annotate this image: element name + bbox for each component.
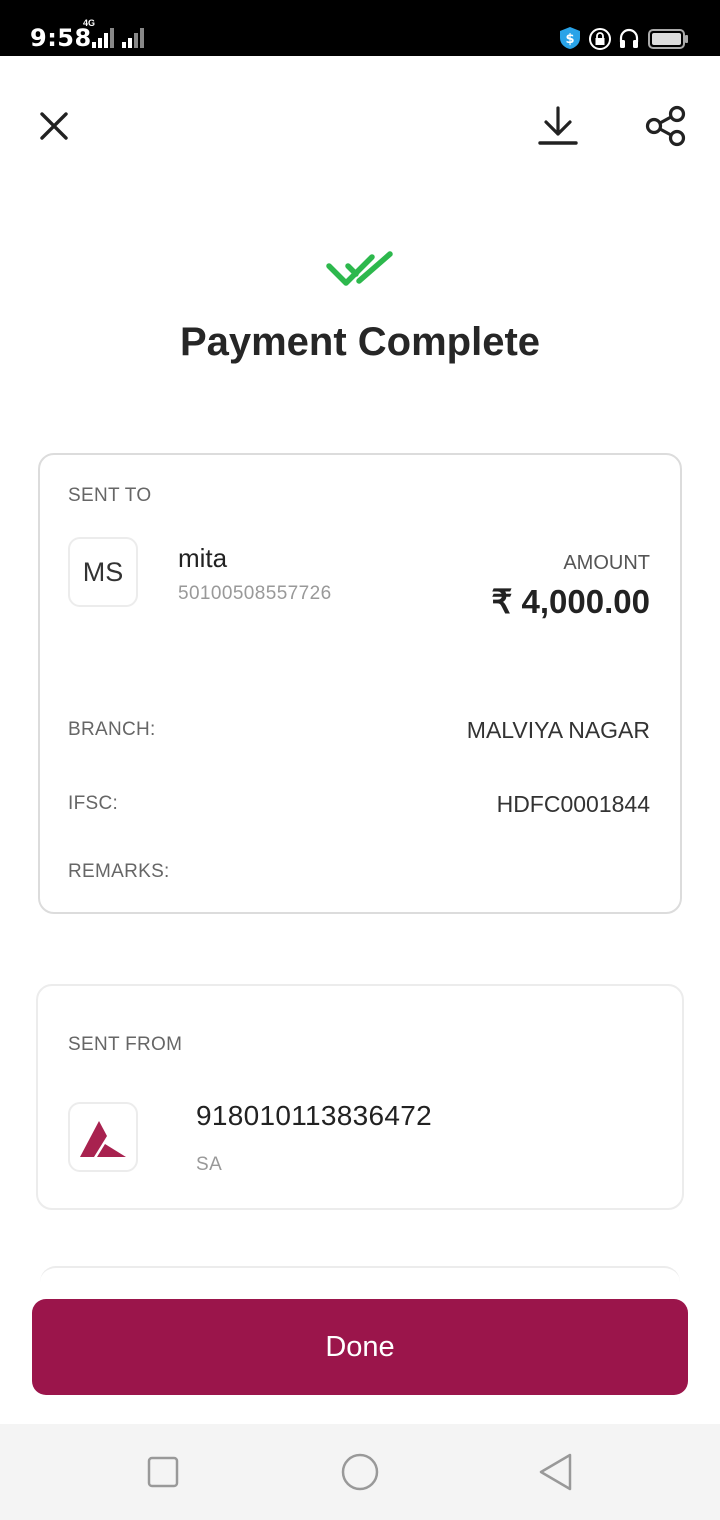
axis-bank-logo xyxy=(80,1121,126,1157)
done-button[interactable]: Done xyxy=(32,1299,688,1395)
lock-rotation-icon xyxy=(589,28,611,50)
signal-icon xyxy=(92,28,114,48)
payee-avatar: MS xyxy=(68,537,138,607)
battery-icon xyxy=(648,29,688,49)
amount-value: ₹ 4,000.00 xyxy=(491,583,650,620)
ifsc-label: IFSC: xyxy=(68,793,119,814)
vpn-shield-icon: $ xyxy=(560,27,580,49)
sent-from-card: SENT FROM 918010113836472 SA xyxy=(36,984,684,1210)
bank-avatar xyxy=(68,1102,138,1172)
double-check-icon xyxy=(326,251,393,286)
close-icon[interactable] xyxy=(38,110,70,142)
share-icon[interactable] xyxy=(644,104,688,148)
source-account-number: 918010113836472 xyxy=(196,1100,433,1131)
payee-initials: MS xyxy=(82,556,124,587)
sent-to-heading: SENT TO xyxy=(68,485,152,506)
sent-from-heading: SENT FROM xyxy=(68,1034,183,1055)
svg-text:$: $ xyxy=(565,32,574,47)
payee-name: mita xyxy=(178,543,228,573)
home-circle-icon[interactable] xyxy=(340,1452,380,1492)
remarks-label: REMARKS: xyxy=(68,861,170,882)
back-triangle-icon[interactable] xyxy=(536,1452,576,1492)
system-nav-bar xyxy=(0,1424,720,1520)
headset-icon xyxy=(619,28,639,48)
recents-square-icon[interactable] xyxy=(146,1455,180,1489)
sent-to-card: SENT TO MS mita 50100508557726 AMOUNT ₹ … xyxy=(38,453,682,914)
download-icon[interactable] xyxy=(536,104,580,148)
branch-label: BRANCH: xyxy=(68,719,156,740)
signal-icon xyxy=(122,28,144,48)
branch-value: MALVIYA NAGAR xyxy=(466,717,650,743)
ifsc-value: HDFC0001844 xyxy=(496,791,650,817)
amount-label: AMOUNT xyxy=(563,552,650,574)
page-title: Payment Complete xyxy=(179,320,541,364)
payee-account-number: 50100508557726 xyxy=(178,583,332,604)
status-bar: 9:58 4G $ xyxy=(0,0,720,56)
source-account-type: SA xyxy=(196,1154,223,1175)
status-time: 9:58 xyxy=(30,24,92,52)
